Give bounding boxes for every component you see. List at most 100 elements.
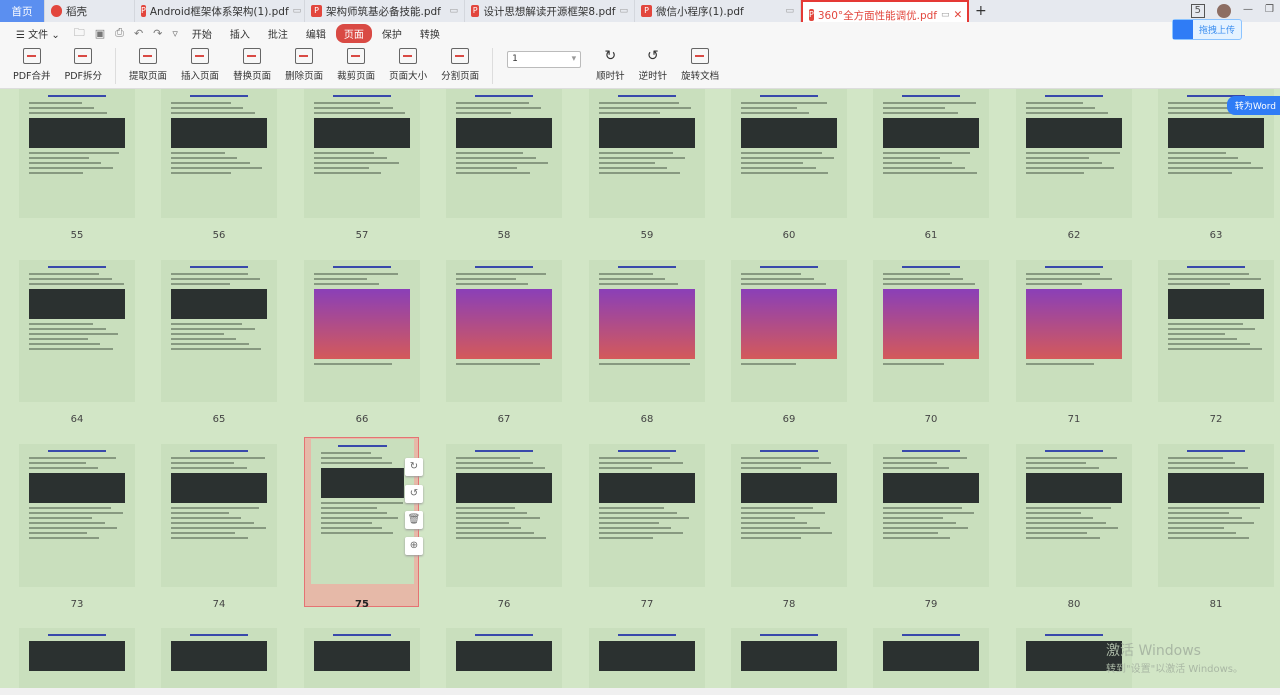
tab-doc[interactable]: P 微信小程序(1).pdf ▭ — [635, 0, 801, 22]
rotate-ccw-icon: ↺ — [647, 48, 659, 64]
page-thumbnail[interactable] — [731, 89, 847, 218]
page-thumbnail[interactable] — [446, 89, 562, 218]
page-thumbnail[interactable] — [731, 444, 847, 587]
page-select[interactable]: 1 ▾ — [507, 51, 582, 68]
rotate-clockwise-button[interactable]: ↻ 顺时针 — [589, 44, 632, 82]
page-thumbnail[interactable] — [161, 628, 277, 688]
insert-icon[interactable]: ⊕ — [405, 537, 423, 555]
docer-icon — [51, 5, 62, 17]
delete-icon — [295, 48, 314, 64]
merge-icon — [22, 48, 41, 64]
menu-insert[interactable]: 插入 — [222, 24, 258, 43]
page-thumbnail[interactable] — [589, 89, 705, 218]
save-icon[interactable]: ▣ — [91, 27, 109, 40]
page-thumbnail[interactable] — [1158, 444, 1274, 587]
page-thumbnail[interactable] — [1016, 444, 1132, 587]
file-menu[interactable]: ☰ 文件 ⌄ — [8, 24, 68, 43]
tab-doc[interactable]: P 设计思想解读开源框架8.pdf ▭ — [465, 0, 635, 22]
pdf-icon: P — [311, 5, 322, 17]
page-number: 76 — [497, 599, 511, 610]
page-thumbnail-grid[interactable]: 55 56 57 58 59 60 61 62 63 64 65 66 67 68 69 70 71 72 73 74… — [0, 89, 1280, 688]
pdf-merge-button[interactable]: PDF合并 — [6, 44, 58, 82]
page-thumbnail[interactable] — [873, 444, 989, 587]
page-thumbnail[interactable] — [1158, 260, 1274, 402]
page-thumbnail[interactable] — [161, 260, 277, 402]
minimize-icon[interactable]: — — [1243, 4, 1253, 18]
undo-icon[interactable]: ↶ — [130, 27, 147, 40]
delete-icon[interactable]: 🗑 — [405, 511, 423, 529]
tab-home[interactable]: 首页 — [0, 0, 45, 22]
close-icon[interactable]: ✕ — [954, 9, 963, 21]
rotate-cw-icon[interactable]: ↻ — [405, 458, 423, 476]
page-thumbnail[interactable] — [873, 260, 989, 402]
windows-activation-watermark: 激活 Windows 转到"设置"以激活 Windows。 — [1106, 643, 1244, 675]
page-number: 78 — [782, 599, 796, 610]
page-thumbnail[interactable] — [311, 439, 414, 584]
page-thumbnail[interactable] — [304, 260, 420, 402]
page-number: 72 — [1209, 414, 1223, 425]
tab-doc[interactable]: P 架构师筑基必备技能.pdf ▭ — [305, 0, 465, 22]
menu-protect[interactable]: 保护 — [374, 24, 410, 43]
delete-page-button[interactable]: 删除页面 — [278, 44, 330, 82]
page-number: 55 — [70, 230, 84, 241]
page-thumbnail[interactable] — [19, 444, 135, 587]
monitor-icon: ▭ — [940, 10, 950, 20]
page-thumbnail[interactable] — [446, 260, 562, 402]
convert-to-word-button[interactable]: 转为Word — [1226, 96, 1280, 115]
page-thumbnail[interactable] — [446, 444, 562, 587]
notification-badge[interactable]: 5 — [1190, 4, 1206, 18]
pdf-split-button[interactable]: PDF拆分 — [58, 44, 110, 82]
replace-page-button[interactable]: 替换页面 — [226, 44, 278, 82]
page-thumbnail[interactable] — [161, 444, 277, 587]
divide-page-button[interactable]: 分割页面 — [434, 44, 486, 82]
avatar[interactable] — [1217, 4, 1232, 18]
page-thumbnail[interactable] — [19, 260, 135, 402]
crop-page-button[interactable]: 裁剪页面 — [330, 44, 382, 82]
page-thumbnail[interactable] — [873, 628, 989, 688]
split-icon — [74, 48, 93, 64]
page-number: 74 — [212, 599, 226, 610]
open-icon[interactable]: 🗀 — [70, 24, 89, 43]
menu-start[interactable]: 开始 — [184, 24, 220, 43]
restore-icon[interactable]: ❐ — [1265, 4, 1274, 18]
page-thumbnail[interactable] — [589, 444, 705, 587]
page-thumbnail[interactable] — [304, 628, 420, 688]
page-thumbnail[interactable] — [19, 628, 135, 688]
page-thumbnail[interactable] — [19, 89, 135, 218]
page-thumbnail[interactable] — [446, 628, 562, 688]
page-thumbnail[interactable] — [1016, 89, 1132, 218]
redo-icon[interactable]: ↷ — [149, 27, 166, 40]
menu-bar: ☰ 文件 ⌄ 🗀 ▣ ⎙ ↶ ↷ ▿ 开始 插入 批注 编辑 页面 保护 转换 — [0, 22, 1280, 44]
menu-convert[interactable]: 转换 — [412, 24, 448, 43]
page-thumbnail[interactable] — [304, 89, 420, 218]
new-tab-button[interactable]: + — [969, 0, 993, 22]
rotate-ccw-icon[interactable]: ↺ — [405, 485, 423, 503]
drag-upload-button[interactable]: 拖拽上传 — [1172, 19, 1243, 40]
extract-page-button[interactable]: 提取页面 — [122, 44, 174, 82]
page-size-button[interactable]: 页面大小 — [382, 44, 434, 82]
print-icon[interactable]: ⎙ — [111, 26, 128, 40]
pdf-icon: P — [641, 5, 652, 17]
page-thumbnail[interactable] — [873, 89, 989, 218]
page-number: 80 — [1067, 599, 1081, 610]
rotate-counterclockwise-button[interactable]: ↺ 逆时针 — [632, 44, 675, 82]
page-thumbnail[interactable] — [731, 260, 847, 402]
rotate-document-button[interactable]: 旋转文档 — [674, 44, 726, 82]
page-number: 56 — [212, 230, 226, 241]
page-thumbnail[interactable] — [731, 628, 847, 688]
page-number: 58 — [497, 230, 511, 241]
menu-page[interactable]: 页面 — [335, 23, 372, 43]
page-thumbnail[interactable] — [589, 260, 705, 402]
tab-doc[interactable]: P Android框架体系架构(1).pdf ▭ — [135, 0, 305, 22]
insert-page-button[interactable]: 插入页面 — [174, 44, 226, 82]
tab-docer[interactable]: 稻壳 — [45, 0, 135, 22]
page-number: 81 — [1209, 599, 1223, 610]
page-thumbnail[interactable] — [589, 628, 705, 688]
pdf-icon: P — [471, 5, 480, 17]
page-thumbnail[interactable] — [1016, 260, 1132, 402]
menu-edit[interactable]: 编辑 — [298, 24, 334, 43]
resize-icon — [399, 48, 418, 64]
page-thumbnail[interactable] — [161, 89, 277, 218]
more-icon[interactable]: ▿ — [168, 27, 182, 40]
menu-annotate[interactable]: 批注 — [260, 24, 296, 43]
